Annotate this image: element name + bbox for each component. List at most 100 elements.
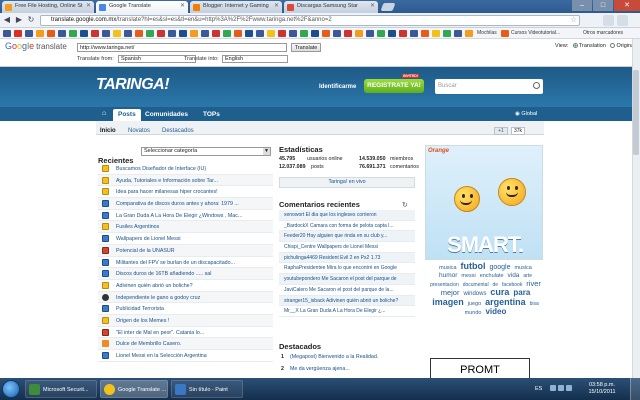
recientes-item[interactable]: Buscamos Diseñador de Interface (IU) [98, 163, 273, 175]
taskbar-item[interactable]: Microsoft Securit... [25, 380, 97, 398]
language-indicator[interactable]: ES [535, 386, 542, 392]
tag-link[interactable]: juego [468, 301, 481, 307]
original-radio[interactable] [610, 43, 616, 49]
bookmark-gmail-icon[interactable] [14, 30, 22, 37]
tag-link[interactable]: mundo [465, 310, 482, 316]
taringa-search-input[interactable]: Buscar [435, 79, 543, 94]
bookmark-facebook-icon[interactable] [58, 30, 66, 37]
clock[interactable]: 03:58 p.m. 15/10/2011 [582, 382, 622, 396]
start-button[interactable] [2, 380, 20, 398]
destacado-title[interactable]: Me da vergüenza ajena... [290, 366, 350, 372]
tag-link[interactable]: vida [508, 272, 520, 279]
tag-link[interactable]: para [513, 288, 530, 297]
post-title[interactable]: Fusiles Argentinos [116, 224, 159, 230]
bookmark-icon[interactable] [179, 30, 187, 37]
bookmark-star-icon[interactable]: ☆ [570, 15, 577, 24]
bookmark-icon[interactable] [47, 30, 55, 37]
tag-link[interactable]: futbol [461, 261, 486, 271]
bookmark-icon[interactable] [113, 30, 121, 37]
bookmark-icon[interactable] [168, 30, 176, 37]
tray-icon[interactable] [550, 385, 556, 391]
bookmark-icon[interactable] [388, 30, 396, 37]
post-title[interactable]: Idea para hacer milanesas hiper crocante… [116, 189, 218, 195]
forward-arrow-icon[interactable]: ▶ [14, 15, 24, 25]
recientes-item[interactable]: Independiente le gano a godoy cruz [98, 291, 273, 304]
bookmark-icon[interactable] [421, 30, 429, 37]
bookmark-icon[interactable] [454, 30, 462, 37]
tag-link[interactable]: imagen [432, 297, 464, 307]
google-translate-logo[interactable]: Google translate [5, 41, 67, 51]
back-arrow-icon[interactable]: ◀ [2, 15, 12, 25]
post-title[interactable]: Independiente le gano a godoy cruz [116, 295, 200, 301]
tag-link[interactable]: argentina [485, 297, 526, 307]
bookmark-icon[interactable] [410, 30, 418, 37]
address-bar[interactable]: translate.google.com.mx/translate?hl=es&… [40, 15, 580, 26]
recientes-item[interactable]: Potencial de la UNASUR [98, 244, 273, 257]
bookmark-icon[interactable] [333, 30, 341, 37]
tag-link[interactable]: bisa [530, 301, 539, 307]
wrench-menu-icon[interactable] [617, 15, 628, 26]
browser-tab[interactable]: Blogger: Internet y Gaming ✕ [190, 1, 282, 13]
bookmark-icon[interactable] [366, 30, 374, 37]
bookmark-icon[interactable] [278, 30, 286, 37]
bookmark-icon[interactable] [465, 30, 473, 37]
tag-link[interactable]: musica [514, 265, 531, 271]
post-title[interactable]: Comparativa de discos duros antes y ahor… [116, 201, 239, 207]
post-title[interactable]: Lionel Messi en la Selección Argentina [116, 353, 207, 359]
bookmark-icon[interactable] [80, 30, 88, 37]
destacado-item[interactable]: 2 Me da vergüenza ajena... [279, 364, 415, 376]
home-icon[interactable]: ⌂ [102, 110, 106, 117]
comment-item[interactable]: pichulinga4469 Resident Evil 2 en Ps2 1.… [279, 252, 415, 264]
comment-item[interactable]: Feeder20 Hay alguien que rinda en su clu… [279, 231, 415, 243]
tag-link[interactable]: messi [461, 273, 475, 279]
bookmark-icon[interactable] [256, 30, 264, 37]
bookmark-icon[interactable] [36, 30, 44, 37]
bookmark-icon[interactable] [311, 30, 319, 37]
bookmark-icon[interactable] [501, 30, 509, 37]
post-title[interactable]: Ayuda, Tutoriales e Información sobre Ta… [116, 178, 218, 184]
bookmark-icon[interactable] [245, 30, 253, 37]
close-tab-icon[interactable]: ✕ [86, 2, 91, 9]
browser-tab[interactable]: Discargas Samsung Star ✕ [284, 1, 378, 13]
post-title[interactable]: "El inter de Mal en peor". Catania lo... [116, 330, 204, 336]
comment-item[interactable]: youtubepondero Me Sacaron el post del pa… [279, 274, 415, 285]
network-icon[interactable] [566, 385, 572, 391]
subtab-inicio[interactable]: Inicio [100, 128, 116, 134]
translate-into-select[interactable]: English [222, 55, 288, 63]
bookmark-icon[interactable] [135, 30, 143, 37]
recientes-item[interactable]: "El inter de Mal en peor". Catania lo... [98, 327, 273, 339]
post-title[interactable]: Dulce de Membrillo Casero. [116, 341, 181, 347]
destacado-item[interactable]: 1 (Megapost) Bienvenido a la Realidad. [279, 352, 415, 364]
tag-link[interactable]: video [485, 307, 506, 316]
translation-radio[interactable] [572, 43, 578, 49]
destacado-title[interactable]: (Megapost) Bienvenido a la Realidad. [290, 354, 378, 360]
bookmark-facebook-icon[interactable] [3, 30, 11, 37]
bookmark-cursos[interactable]: Cursos Videotutorial... [511, 30, 560, 36]
tag-link[interactable]: mejor [441, 288, 460, 297]
tab-comunidades[interactable]: Comunidades [140, 109, 193, 121]
bookmark-facebook-icon[interactable] [124, 30, 132, 37]
scrollbar-thumb[interactable] [633, 70, 639, 155]
tag-link[interactable]: google [489, 264, 510, 271]
recientes-item[interactable]: Fusiles Argentinos [98, 221, 273, 234]
bookmark-youtube-icon[interactable] [91, 30, 99, 37]
refresh-icon[interactable]: ↻ [402, 201, 408, 209]
bookmark-icon[interactable] [146, 30, 154, 37]
tag-link[interactable]: enchulate [480, 273, 504, 279]
bookmark-icon[interactable] [399, 30, 407, 37]
comment-item[interactable]: RaphaPresidentee Mira lo que encontré en… [279, 263, 415, 275]
recientes-item[interactable]: Adivinen quién abrió un boliche? [98, 280, 273, 292]
bookmark-icon[interactable] [212, 30, 220, 37]
tag-link[interactable]: cura [490, 287, 509, 297]
advertisement[interactable]: Orange SMART. [425, 145, 543, 260]
post-title[interactable]: Wallpapers de Lionel Messi [116, 236, 181, 242]
bookmark-facebook-icon[interactable] [102, 30, 110, 37]
search-icon[interactable] [533, 82, 540, 89]
tag-link[interactable]: presentacion [430, 282, 459, 288]
taringa-en-vivo-button[interactable]: Taringa! en vivo [279, 177, 415, 188]
comment-item[interactable]: Mr__X La Gran Duda A La Hora De Elegir ¿… [279, 306, 415, 317]
bookmark-icon[interactable] [201, 30, 209, 37]
bookmark-icon[interactable] [69, 30, 77, 37]
browser-tab-active[interactable]: Google Translate ✕ [96, 1, 188, 13]
comment-item[interactable]: stranger15_isback Adivinen quién abrió u… [279, 295, 415, 307]
